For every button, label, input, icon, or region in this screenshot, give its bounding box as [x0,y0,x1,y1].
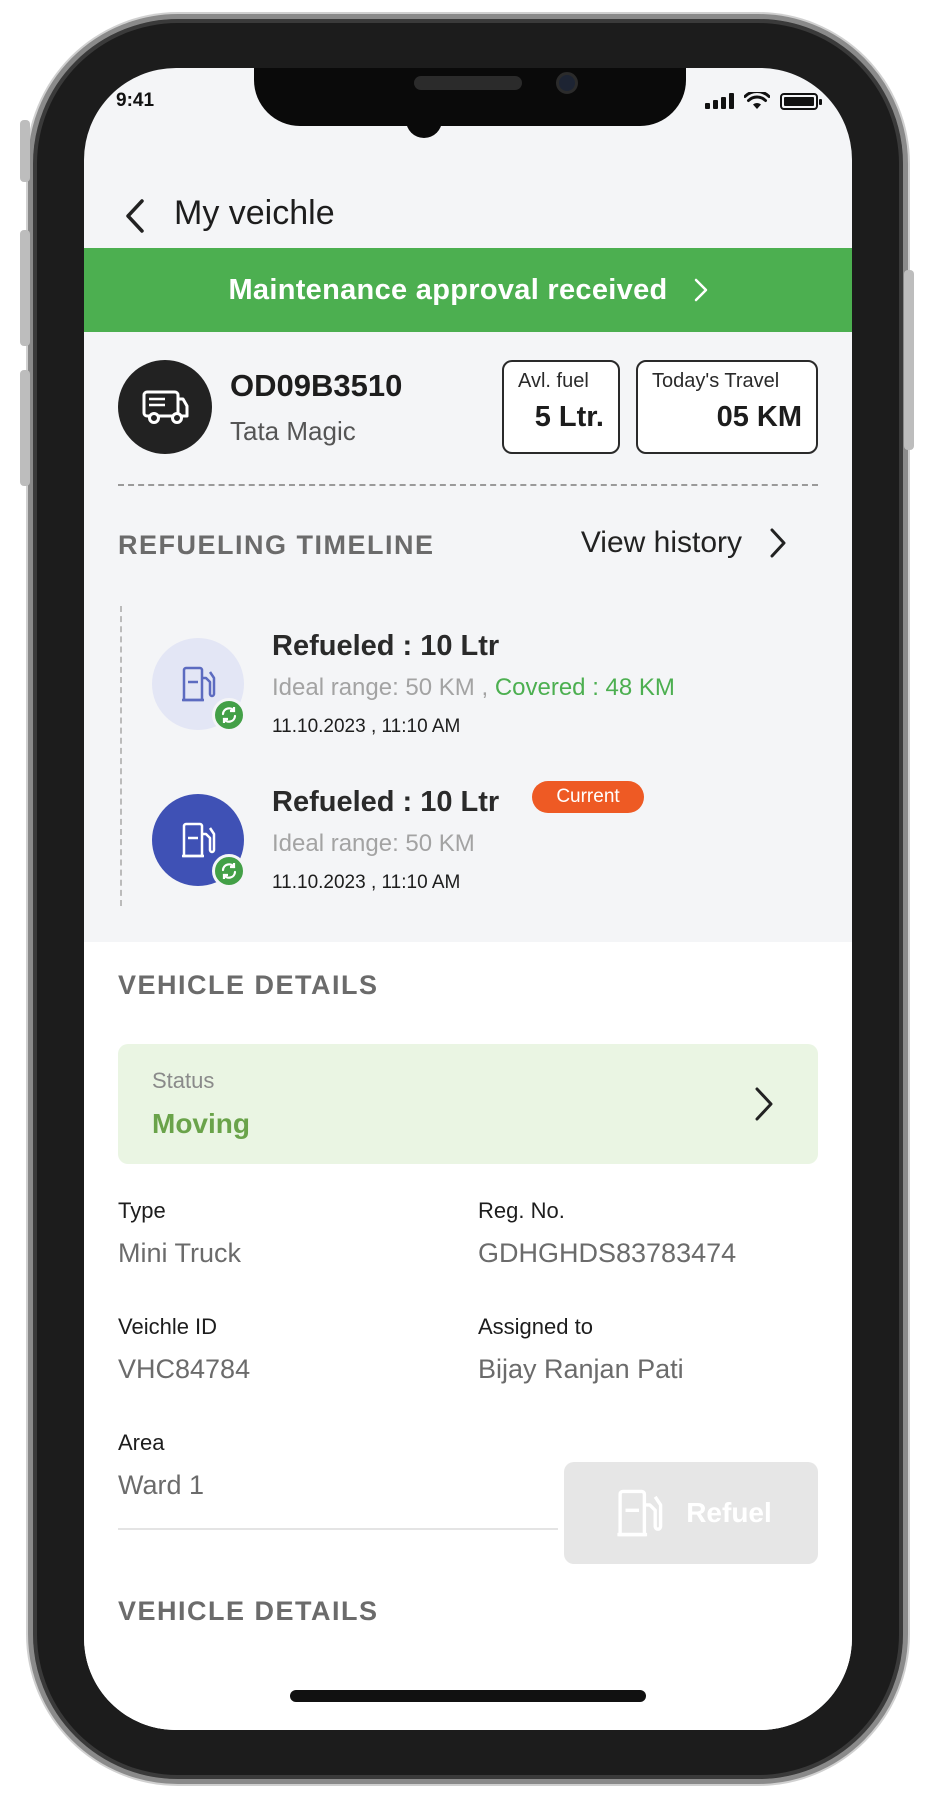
chevron-right-icon [755,1087,773,1121]
app-screen: 9:41 My veichle Maintenance approval rec… [84,68,852,1730]
volume-up-button [20,230,30,346]
timeline-entry-range: Ideal range: 50 KM , Covered : 48 KM [272,674,675,702]
timeline-line [120,606,122,906]
notch-tab [406,114,442,138]
status-icons [705,92,822,110]
vehicle-details-title: VEHICLE DETAILS [118,970,379,1000]
fuel-value: 5 Ltr. [534,401,604,433]
refresh-badge [212,854,246,888]
travel-label: Today's Travel [652,370,780,392]
refresh-badge [212,698,246,732]
reg-no-value: GDHGHDS83783474 [478,1238,737,1268]
refresh-icon [221,863,237,879]
area-value: Ward 1 [118,1470,205,1500]
home-indicator[interactable] [290,1690,646,1702]
travel-value: 05 KM [716,401,802,433]
vehicle-number: OD09B3510 [230,368,403,403]
vehicle-avatar [118,360,212,454]
status-time: 9:41 [116,90,155,111]
details-divider [118,1528,558,1530]
timeline-entry-title: Refueled : 10 Ltr [272,630,500,662]
dotted-divider [118,484,818,486]
timeline-entry-range: Ideal range: 50 KM [272,830,475,857]
timeline-entry-icon [152,638,246,732]
maintenance-banner[interactable]: Maintenance approval received [84,248,852,332]
fuel-label: Avl. fuel [518,370,589,392]
status-card[interactable]: Status Moving [118,1044,818,1164]
timeline-entry-date: 11.10.2023 , 11:10 AM [272,716,461,737]
assigned-to-label: Assigned to [478,1314,593,1339]
refresh-icon [221,707,237,723]
banner-text: Maintenance approval received [228,273,668,306]
vehicle-details-title-2: VEHICLE DETAILS [118,1596,379,1626]
refuel-button[interactable]: Refuel [564,1462,818,1564]
status-value: Moving [152,1108,250,1139]
available-fuel-card: Avl. fuel 5 Ltr. [502,360,620,454]
vehicle-model: Tata Magic [230,416,356,446]
notch [254,68,686,126]
wifi-icon [744,92,770,109]
battery-icon [780,92,822,110]
signal-icon [705,93,734,109]
power-button [904,270,914,450]
vehicle-id-label: Veichle ID [118,1314,218,1339]
chevron-right-icon [694,278,707,302]
todays-travel-card: Today's Travel 05 KM [636,360,818,454]
ideal-range: Ideal range: 50 KM , [272,674,489,701]
mute-switch [20,120,30,182]
assigned-to-value: Bijay Ranjan Pati [478,1354,684,1384]
fuel-pump-icon [182,666,216,702]
timeline-title: REFUELING TIMELINE [118,530,435,560]
page-title: My veichle [174,194,335,232]
covered-distance: Covered : 48 KM [494,674,675,701]
truck-icon [142,390,189,424]
area-label: Area [118,1430,165,1455]
view-history-link[interactable]: View history [581,526,786,560]
chevron-right-icon [770,528,786,558]
reg-no-label: Reg. No. [478,1198,565,1223]
fuel-pump-icon [617,1489,663,1537]
type-label: Type [118,1198,166,1223]
status-label: Status [152,1068,215,1093]
timeline-entry-title: Refueled : 10 Ltr [272,786,500,818]
current-badge: Current [532,781,644,813]
timeline-entry-date: 11.10.2023 , 11:10 AM [272,872,461,893]
view-history-label: View history [580,526,742,559]
volume-down-button [20,370,30,486]
fuel-pump-icon [182,822,216,858]
back-icon[interactable] [120,198,150,234]
vehicle-id-value: VHC84784 [118,1354,251,1384]
type-value: Mini Truck [118,1238,242,1268]
timeline-entry-icon [152,794,246,888]
refuel-label: Refuel [686,1497,772,1528]
